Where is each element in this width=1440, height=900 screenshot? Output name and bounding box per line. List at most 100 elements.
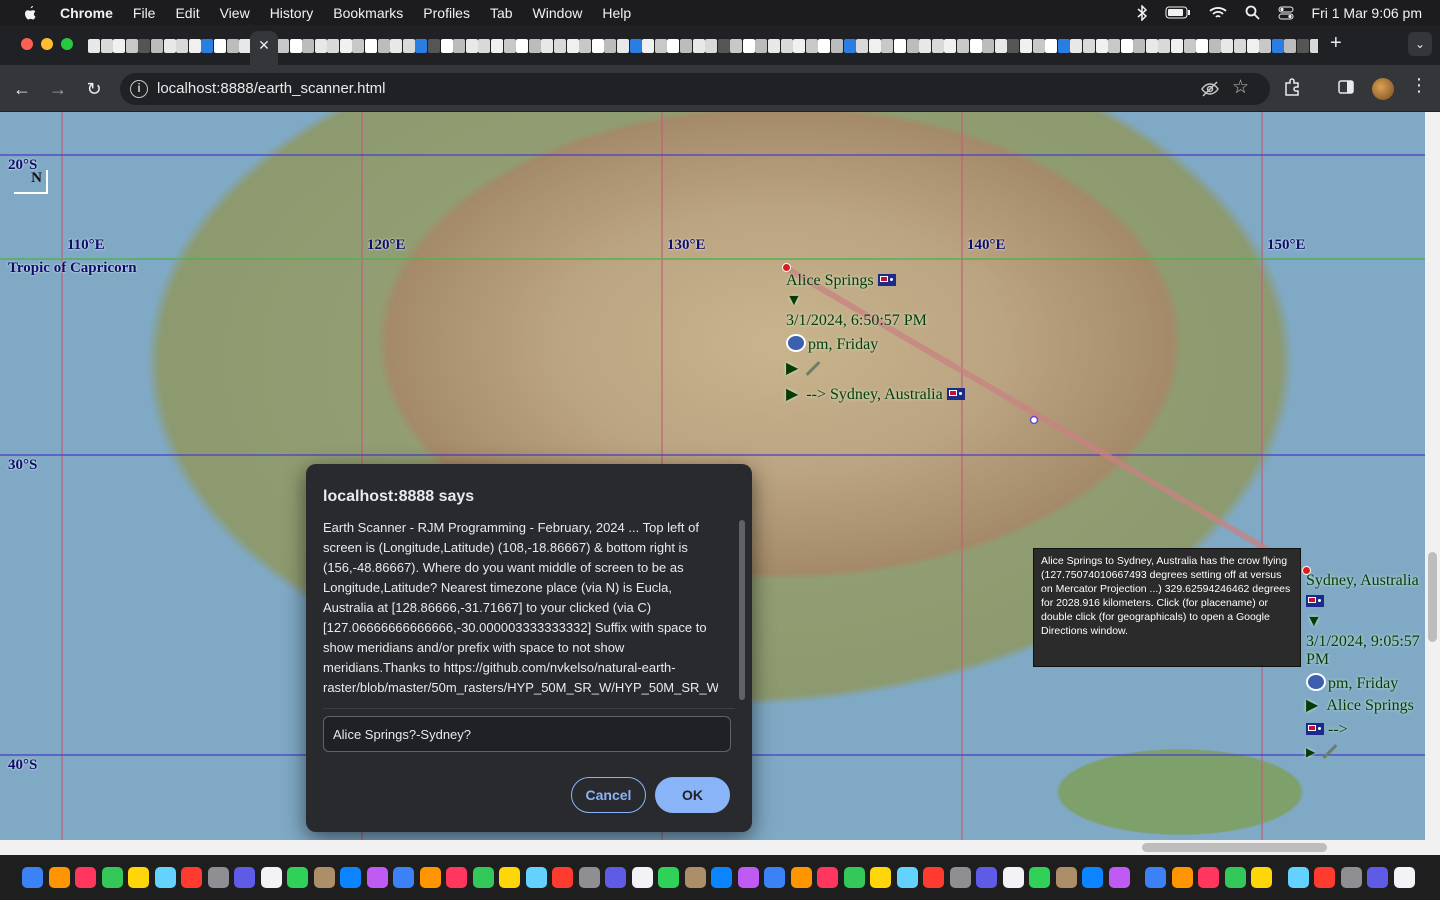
dock-app-icon[interactable]	[393, 867, 414, 888]
tab-favicon[interactable]	[868, 39, 881, 53]
tab-favicon[interactable]	[453, 39, 466, 53]
tab-favicon[interactable]	[881, 39, 894, 53]
menu-history[interactable]: History	[270, 5, 314, 21]
dock-app-icon[interactable]	[419, 867, 441, 888]
tab-favicon[interactable]	[1019, 39, 1032, 53]
sydney-expander-2[interactable]: ▶	[1306, 745, 1315, 759]
tab-favicon[interactable]	[629, 39, 642, 53]
dock-app-icon[interactable]	[260, 867, 282, 888]
dock-app-icon[interactable]	[605, 867, 626, 888]
menu-app-chrome[interactable]: Chrome	[60, 5, 113, 21]
route-midpoint-marker[interactable]	[1029, 415, 1039, 425]
tab-favicon[interactable]	[742, 39, 755, 53]
dock-app-icon[interactable]	[1108, 867, 1130, 888]
tab-favicon[interactable]	[352, 39, 365, 53]
tab-favicon[interactable]	[176, 39, 189, 53]
spotlight-search-icon[interactable]	[1245, 5, 1260, 20]
ok-button[interactable]: OK	[655, 777, 730, 813]
tab-favicon[interactable]	[579, 39, 592, 53]
menu-help[interactable]: Help	[602, 5, 631, 21]
dock-app-icon[interactable]	[22, 867, 43, 888]
dock-app-icon[interactable]	[896, 867, 918, 888]
tab-favicon[interactable]	[1045, 39, 1058, 53]
tab-favicon[interactable]	[591, 39, 604, 53]
profile-avatar[interactable]	[1372, 78, 1394, 100]
sydney-link[interactable]: Sydney, Australia	[1306, 572, 1424, 590]
earth-scanner-map[interactable]: 20°S N 110°E 120°E 130°E 140°E 150°E Tro…	[0, 112, 1425, 840]
tab-favicon[interactable]	[1108, 39, 1121, 53]
tab-favicon[interactable]	[150, 39, 163, 53]
dock-app-icon[interactable]	[1171, 867, 1193, 888]
tab-favicon[interactable]	[1082, 39, 1095, 53]
wifi-icon[interactable]	[1208, 6, 1227, 20]
dock-app-icon[interactable]	[1393, 867, 1415, 888]
tab-favicon[interactable]	[692, 39, 705, 53]
tab-favicon[interactable]	[276, 39, 289, 53]
dock-app-icon[interactable]	[181, 867, 202, 888]
dock-app-icon[interactable]	[737, 867, 759, 888]
dock-app-icon[interactable]	[658, 867, 679, 888]
dock-app-icon[interactable]	[923, 867, 944, 888]
tab-favicon[interactable]	[1309, 39, 1318, 53]
tab-favicon[interactable]	[717, 39, 730, 53]
tab-favicon[interactable]	[100, 39, 113, 53]
dock-app-icon[interactable]	[631, 867, 653, 888]
menu-tab[interactable]: Tab	[490, 5, 513, 21]
tab-favicon[interactable]	[188, 39, 201, 53]
fullscreen-window-button[interactable]	[61, 38, 73, 50]
forward-arrow-icon[interactable]: →	[46, 77, 70, 101]
dock-app-icon[interactable]	[1340, 867, 1362, 888]
alice-springs-expander-2[interactable]: ▶	[786, 386, 798, 403]
dock-app-icon[interactable]	[764, 867, 785, 888]
address-bar[interactable]: i localhost:8888/earth_scanner.html ☆	[120, 73, 1270, 105]
tab-favicon[interactable]	[1234, 39, 1247, 53]
tab-favicon[interactable]	[667, 39, 680, 53]
bluetooth-icon[interactable]	[1137, 4, 1147, 21]
tab-favicon[interactable]	[616, 39, 629, 53]
alice-springs-link[interactable]: Alice Springs	[786, 272, 874, 289]
tab-favicon[interactable]	[503, 39, 516, 53]
alice-to-sydney-link[interactable]: --> Sydney, Australia	[806, 386, 942, 403]
menu-profiles[interactable]: Profiles	[423, 5, 470, 21]
tab-favicon[interactable]	[642, 39, 655, 53]
menu-window[interactable]: Window	[533, 5, 583, 21]
dock-app-icon[interactable]	[287, 867, 308, 888]
close-window-button[interactable]	[21, 38, 33, 50]
dock-app-icon[interactable]	[128, 867, 149, 888]
tab-favicon[interactable]	[1271, 39, 1284, 53]
tab-favicon[interactable]	[314, 39, 327, 53]
cancel-button[interactable]: Cancel	[571, 777, 646, 813]
tab-favicon[interactable]	[163, 39, 176, 53]
tab-favicon[interactable]	[541, 39, 554, 53]
tab-favicon[interactable]	[390, 39, 403, 53]
tab-favicon[interactable]	[1196, 39, 1209, 53]
menu-view[interactable]: View	[220, 5, 250, 21]
dock-app-icon[interactable]	[790, 867, 812, 888]
tab-favicon[interactable]	[1284, 39, 1297, 53]
tab-favicon[interactable]	[780, 39, 793, 53]
tab-favicon[interactable]	[1297, 39, 1309, 53]
sydney-toggle[interactable]: ▼	[1306, 613, 1424, 631]
tab-favicon[interactable]	[755, 39, 768, 53]
active-tab-close-icon[interactable]: ✕	[250, 31, 278, 65]
tab-favicon[interactable]	[138, 39, 151, 53]
tab-favicon[interactable]	[302, 39, 315, 53]
menu-clock[interactable]: Fri 1 Mar 9:06 pm	[1312, 5, 1422, 21]
tab-favicon[interactable]	[1133, 39, 1146, 53]
alice-springs-pin[interactable]	[782, 263, 791, 272]
tab-favicon[interactable]	[931, 39, 944, 53]
tab-favicon[interactable]	[1246, 39, 1259, 53]
tab-favicon[interactable]	[553, 39, 566, 53]
tab-favicon[interactable]	[1158, 39, 1171, 53]
dock-app-icon[interactable]	[366, 867, 388, 888]
dock-app-icon[interactable]	[340, 867, 361, 888]
horizontal-scroll-thumb[interactable]	[1142, 843, 1327, 852]
tab-favicon[interactable]	[339, 39, 352, 53]
dock-app-icon[interactable]	[207, 867, 229, 888]
tab-favicon[interactable]	[1145, 39, 1158, 53]
dock-app-icon[interactable]	[1287, 867, 1309, 888]
tab-favicon[interactable]	[982, 39, 995, 53]
tab-favicon[interactable]	[1032, 39, 1045, 53]
dock-app-icon[interactable]	[843, 867, 865, 888]
tab-favicon[interactable]	[1057, 39, 1070, 53]
